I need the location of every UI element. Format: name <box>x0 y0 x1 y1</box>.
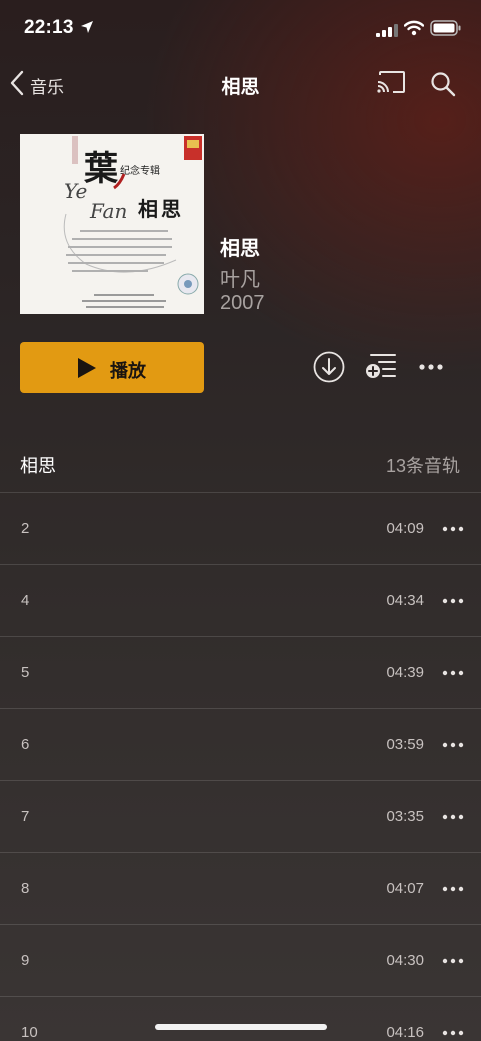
track-duration: 04:09 <box>386 520 424 537</box>
track-number: 8 <box>21 880 30 897</box>
track-row[interactable]: 9 04:30 <box>0 924 481 996</box>
track-list: 2 04:09 4 04:34 5 04:39 6 03:59 7 03:35 … <box>0 492 481 1041</box>
track-duration: 04:34 <box>386 592 424 609</box>
track-number: 9 <box>21 952 30 969</box>
album-more-button[interactable] <box>418 356 444 383</box>
status-bar: 22:13 <box>0 0 481 56</box>
status-time: 22:13 <box>24 17 74 38</box>
play-label: 播放 <box>110 361 146 381</box>
track-row[interactable]: 5 04:39 <box>0 636 481 708</box>
back-label: 音乐 <box>30 77 64 97</box>
more-icon[interactable] <box>441 879 465 899</box>
track-duration: 03:59 <box>386 736 424 753</box>
album-year: 2007 <box>220 292 265 314</box>
battery-icon <box>430 20 462 41</box>
more-icon[interactable] <box>441 1023 465 1041</box>
track-duration: 04:30 <box>386 952 424 969</box>
track-number: 7 <box>21 808 30 825</box>
search-icon <box>430 72 456 101</box>
track-number: 2 <box>21 520 30 537</box>
more-icon[interactable] <box>441 807 465 827</box>
art-latin-2: Fan <box>89 199 127 223</box>
track-duration: 04:39 <box>386 664 424 681</box>
wifi-icon <box>403 20 425 41</box>
art-title: 相思 <box>138 197 184 221</box>
track-number: 6 <box>21 736 30 753</box>
track-row[interactable]: 2 04:09 <box>0 492 481 564</box>
search-button[interactable] <box>430 71 456 102</box>
tracklist-header: 相思 13条音轨 <box>0 440 481 492</box>
track-count: 13条音轨 <box>385 456 460 476</box>
home-indicator[interactable] <box>155 1024 327 1030</box>
track-duration: 04:07 <box>386 880 424 897</box>
track-row[interactable]: 10 04:16 <box>0 996 481 1041</box>
play-button[interactable]: 播放 <box>20 342 204 393</box>
add-to-queue-button[interactable] <box>365 352 397 385</box>
play-icon <box>77 357 97 384</box>
section-title: 相思 <box>20 456 56 476</box>
track-row[interactable]: 6 03:59 <box>0 708 481 780</box>
art-big-char: 葉 <box>83 149 119 189</box>
chevron-left-icon <box>10 70 24 101</box>
download-icon <box>313 351 345 387</box>
track-row[interactable]: 7 03:35 <box>0 780 481 852</box>
back-button[interactable]: 音乐 <box>10 70 64 100</box>
art-subtitle: 纪念专辑 <box>120 164 160 177</box>
track-duration: 03:35 <box>386 808 424 825</box>
album-title: 相思 <box>220 238 260 260</box>
more-icon[interactable] <box>441 663 465 683</box>
add-to-queue-icon <box>365 354 397 384</box>
cast-icon <box>376 71 406 100</box>
cast-button[interactable] <box>376 70 406 101</box>
more-icon <box>418 364 444 382</box>
track-number: 10 <box>21 1024 38 1041</box>
more-icon[interactable] <box>441 951 465 971</box>
track-duration: 04:16 <box>386 1024 424 1041</box>
track-number: 4 <box>21 592 30 609</box>
more-icon[interactable] <box>441 519 465 539</box>
download-button[interactable] <box>313 351 345 388</box>
location-arrow-icon <box>80 20 94 39</box>
more-icon[interactable] <box>441 591 465 611</box>
page-title: 相思 <box>221 77 260 98</box>
track-number: 5 <box>21 664 30 681</box>
art-latin-1: Ye <box>64 179 87 203</box>
more-icon[interactable] <box>441 735 465 755</box>
album-art[interactable]: 葉 纪念专辑 Ye Fan 相思 <box>20 134 204 314</box>
cellular-signal-icon <box>376 24 398 42</box>
track-row[interactable]: 8 04:07 <box>0 852 481 924</box>
track-row[interactable]: 4 04:34 <box>0 564 481 636</box>
nav-bar: 音乐 相思 <box>0 56 481 114</box>
album-artist[interactable]: 叶凡 <box>220 263 260 292</box>
